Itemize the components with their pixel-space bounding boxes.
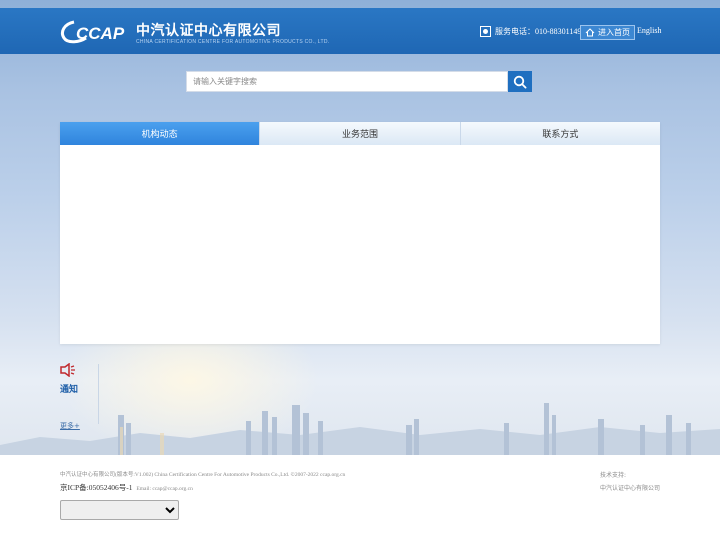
panel-content	[60, 145, 660, 344]
speaker-icon	[60, 363, 75, 377]
service-phone: 服务电话：010-88301149	[480, 26, 581, 37]
search-input[interactable]	[186, 71, 508, 92]
tech-support-label: 技术支持:	[600, 472, 627, 479]
footer-copyright: 中汽认证中心有限公司(版本号:V1.002) China Certificati…	[60, 472, 346, 478]
brand-name-en: CHINA CERTIFICATION CENTRE FOR AUTOMOTIV…	[136, 39, 330, 45]
service-phone-text: 服务电话：010-88301149	[495, 27, 582, 36]
city-skyline-image	[0, 403, 720, 455]
friendly-links-select[interactable]	[60, 500, 179, 520]
site-header: CCAP 中汽认证中心有限公司 CHINA CERTIFICATION CENT…	[0, 8, 720, 54]
contact-card-icon	[480, 26, 491, 37]
panel-tabs: 机构动态 业务范围 联系方式	[60, 122, 660, 145]
tab-contact[interactable]: 联系方式	[459, 122, 660, 145]
search-button[interactable]	[508, 71, 532, 92]
icp-number[interactable]: 京ICP备:05052406号-1	[60, 483, 133, 492]
home-icon	[585, 28, 595, 37]
home-button-label: 进入首页	[598, 28, 630, 37]
home-button[interactable]: 进入首页	[580, 25, 635, 40]
footer-email: Email: ccap@ccap.org.cn	[136, 486, 193, 492]
notice-divider	[98, 364, 99, 424]
more-link[interactable]: 更多+	[60, 421, 80, 431]
tab-business-scope[interactable]: 业务范围	[259, 122, 460, 145]
tab-news[interactable]: 机构动态	[60, 122, 260, 145]
search-icon	[513, 75, 527, 88]
footer-icp: 京ICP备:05052406号-1 Email: ccap@ccap.org.c…	[60, 482, 193, 493]
english-link[interactable]: English	[637, 26, 661, 35]
brand-name-cn: 中汽认证中心有限公司	[136, 23, 281, 39]
info-panel: 机构动态 业务范围 联系方式	[60, 122, 660, 344]
tech-support-company: 中汽认证中心有限公司	[600, 485, 661, 492]
logo-text: CCAP	[76, 24, 125, 43]
ccap-logo-icon[interactable]: CCAP	[60, 18, 130, 46]
notice-title: 通知	[60, 385, 79, 395]
